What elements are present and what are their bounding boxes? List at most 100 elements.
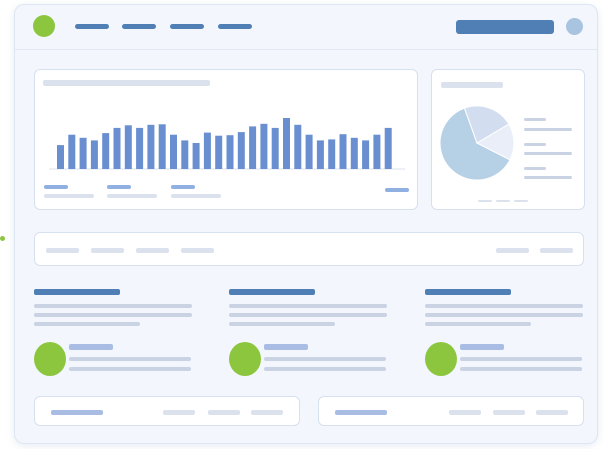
- bar-7: [124, 125, 132, 169]
- pie-chart: [439, 105, 515, 181]
- bar-30: [384, 127, 392, 169]
- bar-8: [136, 127, 144, 169]
- bar-17: [237, 132, 245, 169]
- chart-legend-label-3: [171, 194, 221, 198]
- chart-legend-label-1: [44, 194, 94, 198]
- bar-6: [113, 127, 121, 169]
- footer-right-item-1[interactable]: [449, 410, 481, 415]
- stat-text-line-1b: [34, 313, 192, 317]
- footer-right-label: [335, 410, 387, 415]
- status-dot-icon-3: [425, 342, 457, 376]
- bar-23: [305, 134, 313, 169]
- stat-text-line-3a: [425, 304, 583, 308]
- header-action-button[interactable]: [456, 20, 554, 34]
- stat-text-line-2a: [229, 304, 387, 308]
- side-indicator-dot: [0, 236, 5, 241]
- pie-legend-line-5: [524, 167, 546, 170]
- dashboard-window: [14, 4, 598, 444]
- footer-left-label: [51, 410, 103, 415]
- stat-sub-line-3b: [460, 367, 582, 371]
- bar-3: [79, 137, 87, 169]
- chart-legend-marker-4: [385, 188, 409, 192]
- stat-sub-line-2a: [264, 357, 386, 361]
- pie-footer-dash-2: [496, 200, 510, 202]
- footer-left-item-3[interactable]: [251, 410, 283, 415]
- bar-16: [226, 135, 234, 169]
- stat-text-line-3b: [425, 313, 583, 317]
- chart-legend-label-2: [107, 194, 157, 198]
- bar-series: [57, 118, 392, 169]
- footer-panel-left: [34, 396, 300, 426]
- pie-legend-line-3: [524, 143, 546, 146]
- bar-chart-card: [34, 69, 418, 210]
- nav-item-2[interactable]: [122, 24, 156, 29]
- bar-18: [249, 126, 257, 169]
- bar-25: [328, 139, 336, 169]
- filter-chip-1[interactable]: [46, 248, 79, 253]
- pie-footer-dash-1: [478, 200, 492, 202]
- chart-legend-marker-1: [44, 185, 68, 189]
- bar-13: [192, 143, 200, 169]
- pie-legend-line-2: [524, 128, 572, 131]
- filter-chip-2[interactable]: [91, 248, 124, 253]
- stat-sub-line-3a: [460, 357, 582, 361]
- bar-15: [215, 135, 223, 169]
- status-dot-icon-2: [229, 342, 261, 376]
- pie-chart-card: [431, 69, 585, 210]
- pie-legend-line-4: [524, 152, 572, 155]
- footer-left-item-1[interactable]: [163, 410, 195, 415]
- filter-chip-4[interactable]: [181, 248, 214, 253]
- footer-left-item-2[interactable]: [208, 410, 240, 415]
- pie-legend-line-1: [524, 118, 546, 121]
- bar-29: [373, 134, 381, 169]
- bar-chart: [49, 118, 405, 170]
- stat-sub-line-1b: [69, 367, 191, 371]
- toolbar-action-1[interactable]: [496, 248, 529, 253]
- stat-text-line-3c: [425, 322, 531, 326]
- footer-right-item-2[interactable]: [493, 410, 525, 415]
- bar-9: [147, 124, 155, 169]
- filter-toolbar: [34, 232, 584, 266]
- user-avatar-icon[interactable]: [566, 18, 583, 35]
- stat-sub-line-2b: [264, 367, 386, 371]
- stat-heading-3: [425, 289, 511, 295]
- bar-24: [316, 140, 324, 169]
- bar-4: [90, 140, 98, 169]
- footer-panel-right: [318, 396, 584, 426]
- stat-label-3: [460, 344, 504, 350]
- stat-sub-line-1a: [69, 357, 191, 361]
- bar-12: [181, 140, 189, 169]
- stat-text-line-1c: [34, 322, 140, 326]
- nav-item-4[interactable]: [218, 24, 252, 29]
- nav-item-1[interactable]: [75, 24, 109, 29]
- stat-heading-2: [229, 289, 315, 295]
- chart-legend-marker-3: [171, 185, 195, 189]
- chart-legend-marker-2: [107, 185, 131, 189]
- bar-22: [294, 124, 302, 169]
- bar-26: [339, 134, 347, 169]
- top-navigation-bar: [15, 5, 597, 50]
- pie-legend-line-6: [524, 176, 572, 179]
- bar-2: [68, 134, 76, 169]
- nav-item-3[interactable]: [170, 24, 204, 29]
- pie-slices: [439, 105, 515, 181]
- bar-20: [271, 127, 279, 169]
- stat-text-line-2b: [229, 313, 387, 317]
- page: [0, 0, 604, 449]
- bar-19: [260, 123, 268, 169]
- pie-footer-dash-3: [514, 200, 528, 202]
- stat-label-1: [69, 344, 113, 350]
- footer-right-item-3[interactable]: [536, 410, 568, 415]
- bar-5: [102, 133, 110, 169]
- bar-10: [158, 124, 166, 169]
- toolbar-action-2[interactable]: [540, 248, 573, 253]
- bar-21: [283, 118, 290, 169]
- bar-27: [350, 137, 358, 169]
- filter-chip-3[interactable]: [136, 248, 169, 253]
- circle-logo-icon[interactable]: [33, 15, 55, 37]
- status-dot-icon-1: [34, 342, 66, 376]
- bar-28: [362, 140, 370, 169]
- stat-text-line-2c: [229, 322, 335, 326]
- stat-label-2: [264, 344, 308, 350]
- bar-1: [57, 145, 64, 169]
